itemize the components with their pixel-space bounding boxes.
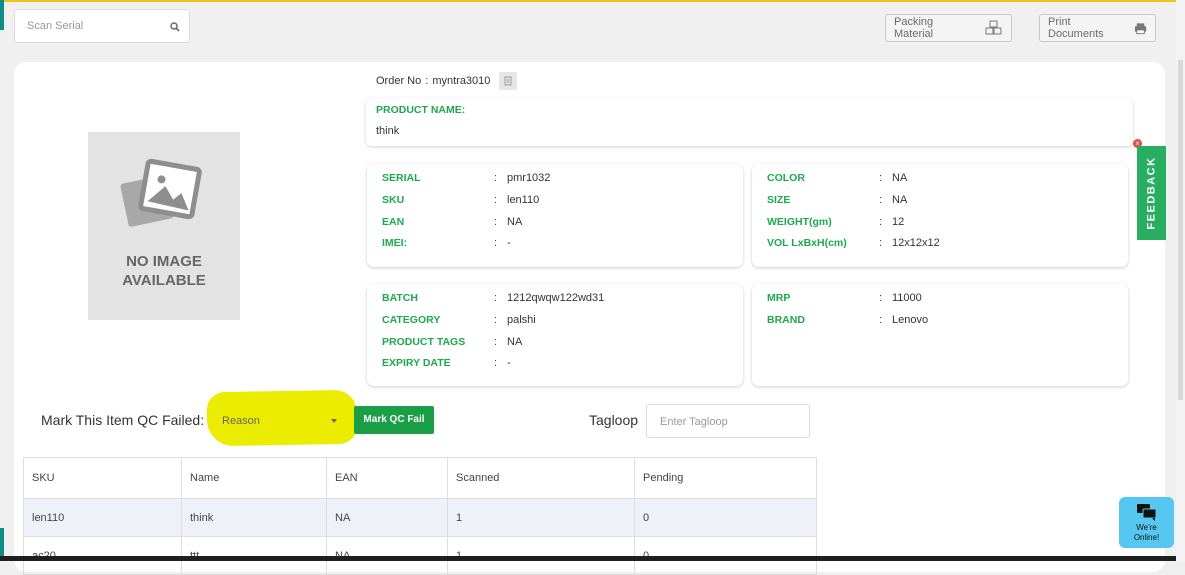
column-header-name: Name: [181, 457, 327, 499]
print-documents-label: Print Documents: [1048, 16, 1104, 40]
extra-card-left: BATCH:1212qwqw122wd31 CATEGORY: palshi PR…: [367, 284, 743, 386]
bottom-taskbar-strip: [0, 556, 1185, 561]
product-name-label: PRODUCT NAME:: [376, 104, 466, 116]
left-accent-bar-bottom: [0, 528, 4, 556]
packing-material-label: Packing Material: [894, 16, 934, 40]
extra-card-right: MRP:11000 BRAND: Lenovo: [752, 284, 1128, 386]
no-image-text: NO IMAGE AVAILABLE: [88, 252, 240, 290]
no-image-line1: NO IMAGE: [126, 253, 202, 270]
table-cell: 0: [634, 498, 817, 537]
details-card-right: COLOR: NA SIZE: NA WEIGHT(gm):12 VOL LxBxH…: [752, 164, 1128, 267]
photo-icon: [120, 158, 202, 227]
reason-selected-value: Reason: [222, 415, 260, 427]
top-accent-line: [0, 0, 1185, 2]
tagloop-box[interactable]: [646, 404, 810, 438]
scan-serial-box[interactable]: [14, 9, 190, 43]
tagloop-input[interactable]: [658, 415, 802, 429]
chat-bubble-icon: [1137, 504, 1157, 521]
order-colon: :: [425, 75, 429, 87]
boxes-icon: [985, 20, 1002, 35]
table-header-row: SKU Name EAN Scanned Pending: [23, 457, 817, 499]
table-cell: len110: [23, 498, 182, 537]
table-cell: think: [181, 498, 327, 537]
product-name-value: think: [376, 125, 400, 137]
mark-qc-fail-button[interactable]: Mark QC Fail: [354, 406, 434, 434]
column-header-sku: SKU: [23, 457, 182, 499]
no-image-line2: AVAILABLE: [122, 272, 206, 289]
product-image-placeholder: NO IMAGE AVAILABLE: [88, 132, 240, 320]
column-header-pending: Pending: [634, 457, 817, 499]
chat-widget[interactable]: We're Online!: [1119, 497, 1174, 548]
reason-select[interactable]: Reason: [213, 405, 346, 435]
chevron-down-icon: [331, 419, 337, 423]
column-header-ean: EAN: [326, 457, 448, 499]
feedback-tab[interactable]: FEEDBACK: [1137, 146, 1166, 240]
packing-material-button[interactable]: Packing Material: [885, 14, 1012, 42]
search-icon[interactable]: [170, 22, 180, 32]
table-cell: 1: [447, 498, 635, 537]
chat-status-text: We're Online!: [1119, 523, 1174, 543]
copy-icon[interactable]: [499, 72, 518, 90]
details-card-left: SERIAL: pmr1032 SKU: len110 EAN: NA IMEI:: -: [367, 164, 743, 267]
scan-serial-input[interactable]: [25, 19, 169, 33]
qc-failed-label: Mark This Item QC Failed:: [41, 412, 205, 428]
table-row: len110 think NA 1 0: [23, 498, 817, 537]
product-name-card: PRODUCT NAME: think: [366, 98, 1133, 146]
printer-icon: [1134, 22, 1147, 34]
order-value: myntra3010: [432, 75, 491, 87]
order-label: Order No: [376, 75, 422, 87]
order-number: Order No : myntra3010: [376, 72, 518, 90]
left-accent-bar: [0, 0, 4, 30]
print-documents-button[interactable]: Print Documents: [1039, 14, 1156, 42]
chat-line2: Online!: [1133, 533, 1160, 542]
column-header-scanned: Scanned: [447, 457, 635, 499]
scrollbar-thumb[interactable]: [1178, 60, 1183, 400]
feedback-label: FEEDBACK: [1145, 156, 1158, 230]
table-cell: NA: [326, 498, 448, 537]
chat-line1: We're: [1136, 523, 1157, 532]
tagloop-label: Tagloop: [589, 412, 639, 428]
